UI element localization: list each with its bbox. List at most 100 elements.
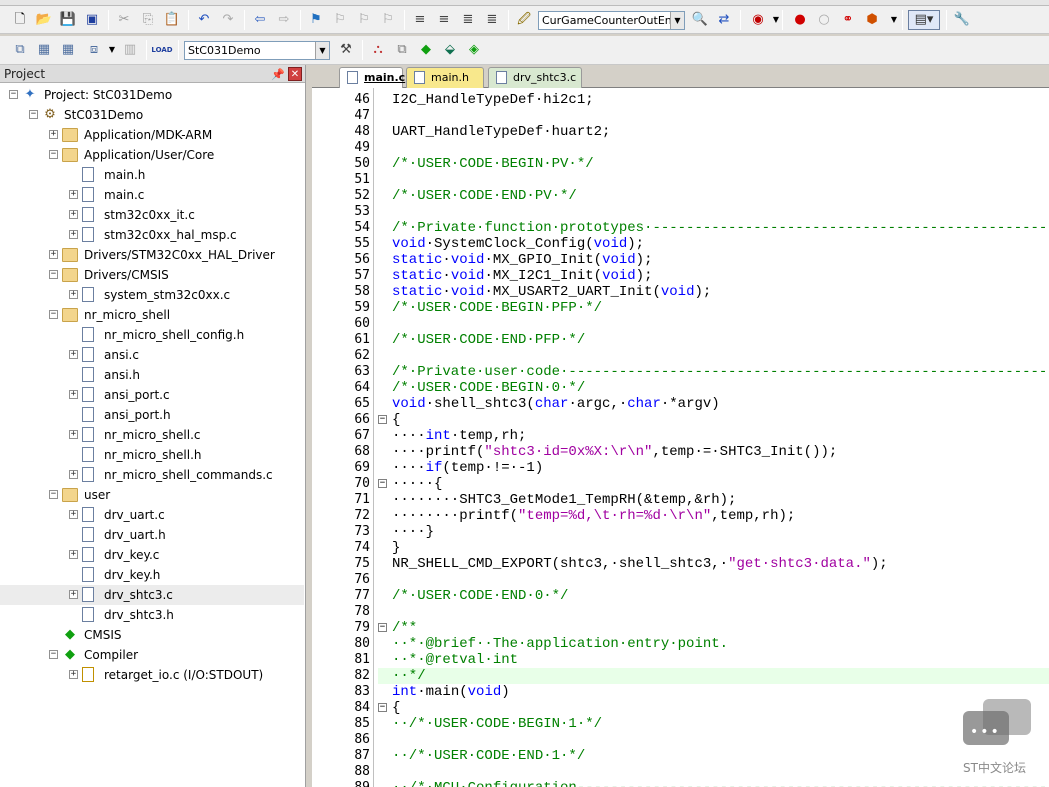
code-line[interactable]: ····printf("shtc3·id=0x%X:\r\n",temp·=·S… xyxy=(392,444,837,460)
build-icon[interactable]: ▦ xyxy=(34,40,54,60)
tree-item[interactable]: ansi.h xyxy=(0,365,304,385)
code-line[interactable]: ········printf("temp=%d,\t·rh=%d·\r\n",t… xyxy=(392,508,795,524)
fold-toggle-icon[interactable]: − xyxy=(378,623,387,632)
code-line[interactable]: ····int·temp,rh; xyxy=(392,428,526,444)
cut-icon[interactable]: ✂ xyxy=(114,10,134,30)
tree-item[interactable]: − Drivers/CMSIS xyxy=(0,265,304,285)
stop-build-icon[interactable]: ▥ xyxy=(120,40,140,60)
prev-bookmark-icon[interactable]: ⚐ xyxy=(330,10,350,30)
code-line[interactable]: } xyxy=(392,540,400,556)
expand-icon[interactable]: + xyxy=(69,590,78,599)
tree-item[interactable]: + ansi.c xyxy=(0,345,304,365)
next-bookmark-icon[interactable]: ⚐ xyxy=(354,10,374,30)
tree-item[interactable]: ◆ CMSIS xyxy=(0,625,304,645)
tree-item[interactable]: − Application/User/Core xyxy=(0,145,304,165)
incremental-find-icon[interactable]: ⇄ xyxy=(714,10,734,30)
code-line[interactable]: ··/*·MCU·Configuration------------------… xyxy=(392,780,1049,787)
expand-icon[interactable]: + xyxy=(69,550,78,559)
tree-item[interactable]: + drv_uart.c xyxy=(0,505,304,525)
code-line[interactable]: /** xyxy=(392,620,417,636)
redo-icon[interactable]: ↷ xyxy=(218,10,238,30)
manage-project-items-icon[interactable]: ⛬ xyxy=(368,40,388,60)
expand-icon[interactable]: + xyxy=(69,390,78,399)
manage-rte-icon[interactable]: ◆ xyxy=(416,40,436,60)
target-options-icon[interactable]: ⚒ xyxy=(336,40,356,60)
find-in-files-icon[interactable]: 🖉 xyxy=(514,10,534,30)
tree-item[interactable]: − nr_micro_shell xyxy=(0,305,304,325)
select-packs-icon[interactable]: ⧉ xyxy=(392,40,412,60)
tab-drv-shtc3-c[interactable]: drv_shtc3.c xyxy=(488,67,582,88)
code-line[interactable]: /*·Private·function·prototypes·---------… xyxy=(392,220,1049,236)
fold-toggle-icon[interactable]: − xyxy=(378,703,387,712)
code-line[interactable]: ····} xyxy=(392,524,434,540)
collapse-icon[interactable]: − xyxy=(49,270,58,279)
tab-main-h[interactable]: main.h xyxy=(406,67,484,88)
target-select[interactable]: StC031Demo ▼ xyxy=(184,41,330,60)
nav-back-icon[interactable]: ⇦ xyxy=(250,10,270,30)
expand-icon[interactable]: + xyxy=(69,190,78,199)
collapse-icon[interactable]: − xyxy=(49,150,58,159)
tree-item[interactable]: − ◆ Compiler xyxy=(0,645,304,665)
code-line[interactable]: void·SystemClock_Config(void); xyxy=(392,236,644,252)
code-line[interactable]: { xyxy=(392,412,400,428)
fold-toggle-icon[interactable]: − xyxy=(378,415,387,424)
tree-item[interactable]: nr_micro_shell_config.h xyxy=(0,325,304,345)
chevron-down-icon[interactable]: ▼ xyxy=(884,10,904,30)
code-line[interactable]: void·shell_shtc3(char·argc,·char·*argv) xyxy=(392,396,720,412)
tree-item[interactable]: − user xyxy=(0,485,304,505)
close-icon[interactable]: ✕ xyxy=(288,67,302,81)
disable-breakpoint-icon[interactable]: ○ xyxy=(814,10,834,30)
code-line[interactable]: /*·USER·CODE·BEGIN·0·*/ xyxy=(392,380,585,396)
expand-icon[interactable]: + xyxy=(49,130,58,139)
expand-icon[interactable]: + xyxy=(69,510,78,519)
tree-item[interactable]: + Drivers/STM32C0xx_HAL_Driver xyxy=(0,245,304,265)
find-combo[interactable]: CurGameCounterOutEna ▼ xyxy=(538,11,685,30)
tree-item[interactable]: ansi_port.h xyxy=(0,405,304,425)
code-editor[interactable]: 46 47 48 49 50 51 52 53 54 55 56 57 58 59 60 61 62 63 64 65… xyxy=(312,88,1049,787)
expand-icon[interactable]: + xyxy=(69,430,78,439)
tree-item[interactable]: main.h xyxy=(0,165,304,185)
configure-icon[interactable]: 🔧 xyxy=(952,10,972,30)
expand-icon[interactable]: + xyxy=(69,350,78,359)
unindent-icon[interactable]: ≡ xyxy=(434,10,454,30)
nav-forward-icon[interactable]: ⇨ xyxy=(274,10,294,30)
code-line[interactable]: /*·USER·CODE·END·PFP·*/ xyxy=(392,332,585,348)
tree-item[interactable]: + stm32c0xx_it.c xyxy=(0,205,304,225)
expand-icon[interactable]: + xyxy=(69,470,78,479)
code-line[interactable]: ··/*·USER·CODE·BEGIN·1·*/ xyxy=(392,716,602,732)
code-line[interactable]: /*·USER·CODE·BEGIN·PV·*/ xyxy=(392,156,594,172)
code-line[interactable]: NR_SHELL_CMD_EXPORT(shtc3,·shell_shtc3,·… xyxy=(392,556,888,572)
chevron-down-icon[interactable]: ▼ xyxy=(315,42,329,59)
collapse-icon[interactable]: − xyxy=(49,490,58,499)
chevron-down-icon[interactable]: ▼ xyxy=(102,40,122,60)
tree-item[interactable]: − ✦ Project: StC031Demo xyxy=(0,85,304,105)
code-line[interactable]: { xyxy=(392,700,400,716)
code-line[interactable]: /*·Private·user·code·-------------------… xyxy=(392,364,1049,380)
code-line[interactable]: static·void·MX_USART2_UART_Init(void); xyxy=(392,284,711,300)
indent-icon[interactable]: ≡ xyxy=(410,10,430,30)
tree-item[interactable]: nr_micro_shell.h xyxy=(0,445,304,465)
translate-icon[interactable]: ⧉ xyxy=(10,40,30,60)
expand-icon[interactable]: + xyxy=(69,670,78,679)
collapse-icon[interactable]: − xyxy=(49,650,58,659)
expand-icon[interactable]: + xyxy=(49,250,58,259)
collapse-icon[interactable]: − xyxy=(49,310,58,319)
save-icon[interactable]: 💾 xyxy=(58,10,78,30)
code-line[interactable]: ··*/ xyxy=(392,668,426,684)
tree-item[interactable]: + stm32c0xx_hal_msp.c xyxy=(0,225,304,245)
tree-item[interactable]: + Application/MDK-ARM xyxy=(0,125,304,145)
download-load-icon[interactable]: LOAD xyxy=(151,40,172,60)
paste-icon[interactable]: 📋 xyxy=(162,10,182,30)
code-line[interactable]: ··/*·USER·CODE·END·1·*/ xyxy=(392,748,585,764)
collapse-icon[interactable]: − xyxy=(9,90,18,99)
code-line[interactable]: /*·USER·CODE·BEGIN·PFP·*/ xyxy=(392,300,602,316)
tab-main-c[interactable]: main.c xyxy=(339,67,405,88)
tree-item[interactable]: − ⚙ StC031Demo xyxy=(0,105,304,125)
code-line[interactable]: static·void·MX_I2C1_Init(void); xyxy=(392,268,652,284)
fold-toggle-icon[interactable]: − xyxy=(378,479,387,488)
open-folder-icon[interactable]: 📂 xyxy=(34,10,54,30)
tree-item[interactable]: + ansi_port.c xyxy=(0,385,304,405)
bookmark-icon[interactable]: ⚑ xyxy=(306,10,326,30)
batch-build-icon[interactable]: ⧈ xyxy=(84,40,104,60)
expand-icon[interactable]: + xyxy=(69,290,78,299)
